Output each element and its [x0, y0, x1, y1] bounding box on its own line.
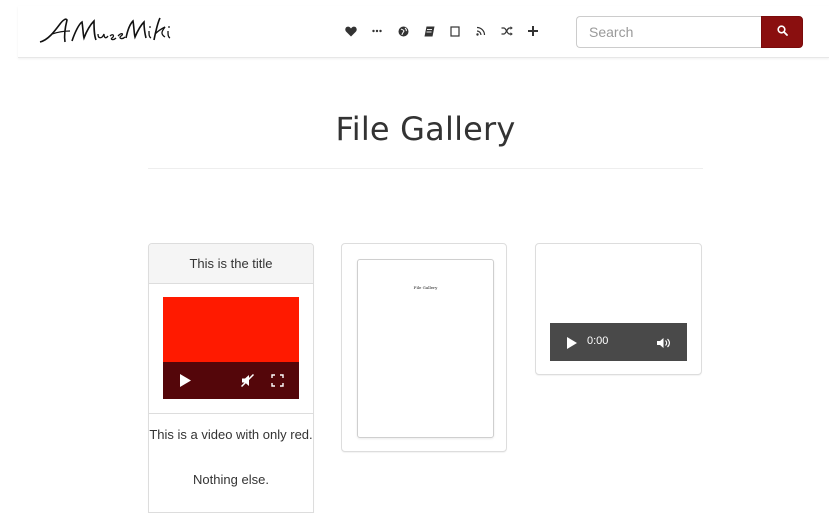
play-icon[interactable] — [180, 374, 191, 392]
book-icon[interactable] — [421, 23, 437, 39]
audio-time: 0:00 — [587, 335, 609, 347]
search-form — [576, 16, 803, 48]
rss-icon[interactable] — [473, 23, 489, 39]
mute-icon[interactable] — [240, 373, 255, 392]
search-icon — [776, 23, 788, 41]
plus-icon[interactable] — [525, 23, 541, 39]
pdf-preview-title: File Gallery — [413, 285, 438, 290]
title-divider — [148, 168, 703, 169]
gallery-card-video: This is the title This is a video with o… — [148, 243, 314, 513]
video-player[interactable] — [163, 297, 299, 399]
navbar — [18, 6, 829, 58]
nav-icon-bar — [343, 20, 551, 42]
card-divider — [149, 413, 313, 414]
random-icon[interactable] — [499, 23, 515, 39]
gallery-card-audio: 0:00 — [535, 243, 702, 375]
search-input[interactable] — [576, 16, 761, 48]
gallery-card-pdf: File Gallery — [341, 243, 507, 452]
site-logo[interactable] — [38, 12, 178, 50]
card-title: This is the title — [149, 244, 313, 284]
page-title: File Gallery — [335, 110, 516, 148]
globe-icon[interactable] — [395, 23, 411, 39]
bookmark-icon[interactable] — [447, 23, 463, 39]
heart-icon[interactable] — [343, 23, 359, 39]
card-caption-secondary: Nothing else. — [193, 472, 269, 487]
card-caption: This is a video with only red. — [149, 427, 313, 442]
fullscreen-icon[interactable] — [271, 374, 284, 392]
play-icon[interactable] — [567, 336, 577, 354]
pdf-preview[interactable]: File Gallery — [357, 259, 494, 438]
audio-player[interactable]: 0:00 — [550, 323, 687, 361]
search-button[interactable] — [761, 16, 803, 48]
ellipsis-icon[interactable] — [369, 23, 385, 39]
volume-icon[interactable] — [656, 336, 671, 354]
video-controls — [163, 362, 299, 399]
